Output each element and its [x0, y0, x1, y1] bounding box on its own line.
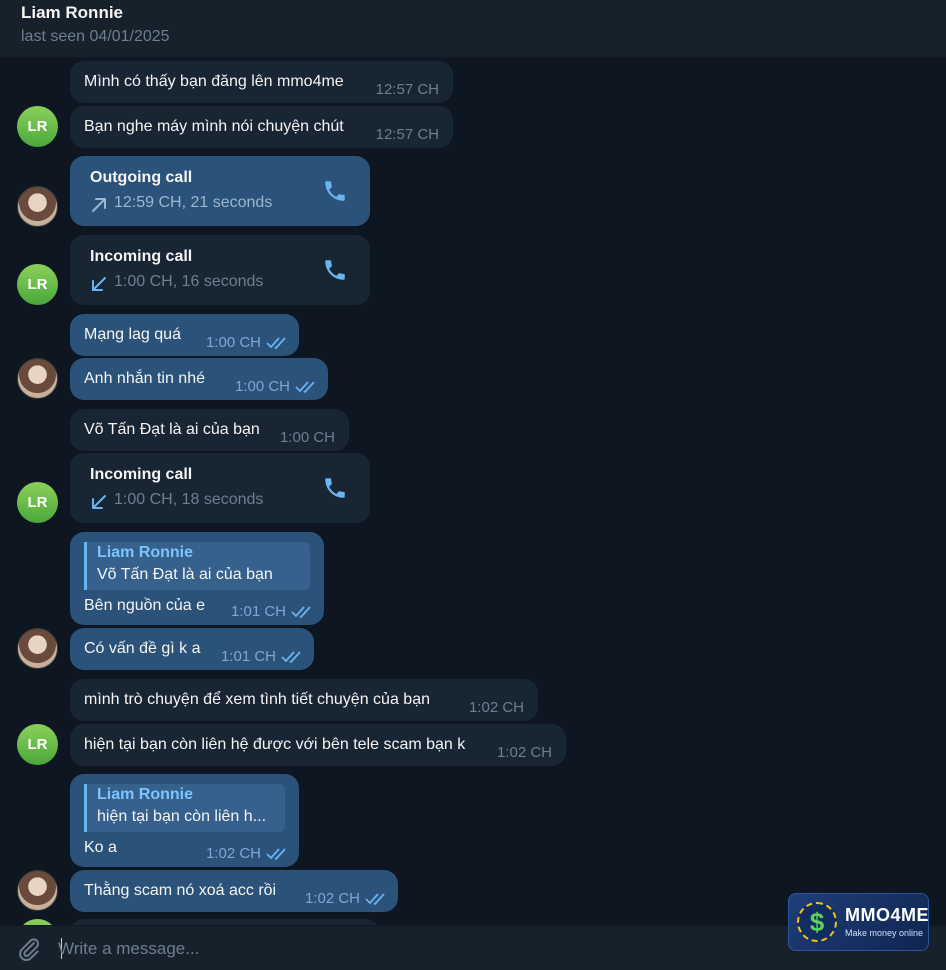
- avatar[interactable]: LR: [17, 724, 58, 765]
- last-seen-status: last seen 04/01/2025: [21, 28, 170, 45]
- message-time: 1:00 CH: [205, 334, 261, 351]
- message-text: Thằng scam nó xoá acc rồi: [84, 882, 277, 899]
- message-text: Ko a: [84, 839, 117, 856]
- call-title: Outgoing call: [90, 169, 193, 186]
- message-text: mình trò chuyện để xem tình tiết chuyện …: [84, 691, 430, 708]
- incoming-message[interactable]: hiện tại bạn còn liên hệ được với bên te…: [70, 724, 566, 766]
- quote-text: Võ Tấn Đạt là ai của bạn: [97, 566, 273, 583]
- message-input[interactable]: [58, 926, 758, 970]
- message-text: Có vấn đề gì k a: [84, 640, 201, 657]
- watermark-brand: MMO4ME: [845, 905, 929, 925]
- message-text: Mình có thấy bạn đăng lên mmo4me: [84, 73, 344, 90]
- avatar[interactable]: LR: [17, 264, 58, 305]
- incoming-message[interactable]: Võ Tấn Đạt là ai của bạn 1:00 CH: [70, 409, 349, 451]
- outgoing-reply-message[interactable]: Liam Ronnie hiện tại bạn còn liên h... K…: [70, 774, 299, 867]
- avatar[interactable]: [17, 186, 58, 227]
- call-details: 12:59 CH, 21 seconds: [114, 194, 273, 211]
- message-time: 12:57 CH: [375, 126, 439, 143]
- avatar[interactable]: LR: [17, 482, 58, 523]
- message-time: 1:02 CH: [304, 890, 360, 907]
- message-text: Bạn nghe máy mình nói chuyện chút: [84, 118, 344, 135]
- message-time: 1:00 CH: [234, 378, 290, 395]
- message-time: 1:01 CH: [220, 648, 276, 665]
- call-message[interactable]: Outgoing call 12:59 CH, 21 seconds: [70, 156, 370, 226]
- read-checkmarks-icon: [295, 381, 315, 394]
- avatar[interactable]: [17, 628, 58, 669]
- message-time: 1:02 CH: [205, 845, 261, 862]
- message-time: 12:57 CH: [375, 81, 439, 98]
- call-details: 1:00 CH, 16 seconds: [114, 273, 264, 290]
- call-message[interactable]: Incoming call 1:00 CH, 18 seconds: [70, 453, 370, 523]
- message-text: Võ Tấn Đạt là ai của bạn: [84, 421, 260, 438]
- quote-author: Liam Ronnie: [97, 786, 194, 803]
- reply-quote[interactable]: Liam Ronnie hiện tại bạn còn liên h...: [84, 784, 285, 832]
- contact-name[interactable]: Liam Ronnie: [21, 3, 123, 23]
- message-text: Mạng lag quá: [84, 326, 181, 343]
- call-details: 1:00 CH, 18 seconds: [114, 491, 264, 508]
- incoming-arrow-icon: [92, 495, 106, 509]
- call-title: Incoming call: [90, 466, 193, 483]
- read-checkmarks-icon: [281, 651, 301, 664]
- message-time: 1:01 CH: [230, 603, 286, 620]
- phone-icon[interactable]: [322, 257, 348, 283]
- message-time: 1:02 CH: [496, 744, 552, 761]
- incoming-message[interactable]: Bạn nghe máy mình nói chuyện chút 12:57 …: [70, 106, 453, 148]
- message-list[interactable]: Mình có thấy bạn đăng lên mmo4me 12:57 C…: [0, 59, 946, 925]
- read-checkmarks-icon: [365, 893, 385, 906]
- avatar[interactable]: [17, 358, 58, 399]
- incoming-message[interactable]: mình trò chuyện để xem tình tiết chuyện …: [70, 679, 538, 721]
- incoming-arrow-icon: [92, 277, 106, 291]
- read-checkmarks-icon: [266, 337, 286, 350]
- reply-quote[interactable]: Liam Ronnie Võ Tấn Đạt là ai của bạn: [84, 542, 310, 590]
- call-message[interactable]: Incoming call 1:00 CH, 16 seconds: [70, 235, 370, 305]
- phone-icon[interactable]: [322, 178, 348, 204]
- outgoing-message[interactable]: Có vấn đề gì k a 1:01 CH: [70, 628, 314, 670]
- phone-icon[interactable]: [322, 475, 348, 501]
- message-text: Bên nguồn của e: [84, 597, 205, 614]
- outgoing-message[interactable]: Mạng lag quá 1:00 CH: [70, 314, 299, 356]
- quote-author: Liam Ronnie: [97, 544, 194, 561]
- incoming-message[interactable]: Mình có thấy bạn đăng lên mmo4me 12:57 C…: [70, 61, 453, 103]
- outgoing-arrow-icon: [92, 198, 106, 212]
- read-checkmarks-icon: [291, 606, 311, 619]
- call-title: Incoming call: [90, 248, 193, 265]
- message-time: 1:02 CH: [468, 699, 524, 716]
- read-checkmarks-icon: [266, 848, 286, 861]
- message-text: hiện tại bạn còn liên hệ được với bên te…: [84, 736, 466, 753]
- watermark-tagline: Make money online: [845, 928, 924, 938]
- mmo4me-watermark: $ MMO4ME Make money online: [788, 893, 929, 951]
- chat-header[interactable]: Liam Ronnie last seen 04/01/2025: [0, 0, 946, 58]
- outgoing-message[interactable]: Anh nhắn tin nhé 1:00 CH: [70, 358, 328, 400]
- quote-text: hiện tại bạn còn liên h...: [97, 808, 267, 825]
- avatar[interactable]: [17, 870, 58, 911]
- outgoing-reply-message[interactable]: Liam Ronnie Võ Tấn Đạt là ai của bạn Bên…: [70, 532, 324, 625]
- paperclip-icon[interactable]: [16, 936, 42, 962]
- outgoing-message[interactable]: Thằng scam nó xoá acc rồi 1:02 CH: [70, 870, 398, 912]
- message-time: 1:00 CH: [279, 429, 335, 446]
- avatar[interactable]: LR: [17, 106, 58, 147]
- dollar-coin-icon: $: [797, 902, 837, 942]
- message-text: Anh nhắn tin nhé: [84, 370, 205, 387]
